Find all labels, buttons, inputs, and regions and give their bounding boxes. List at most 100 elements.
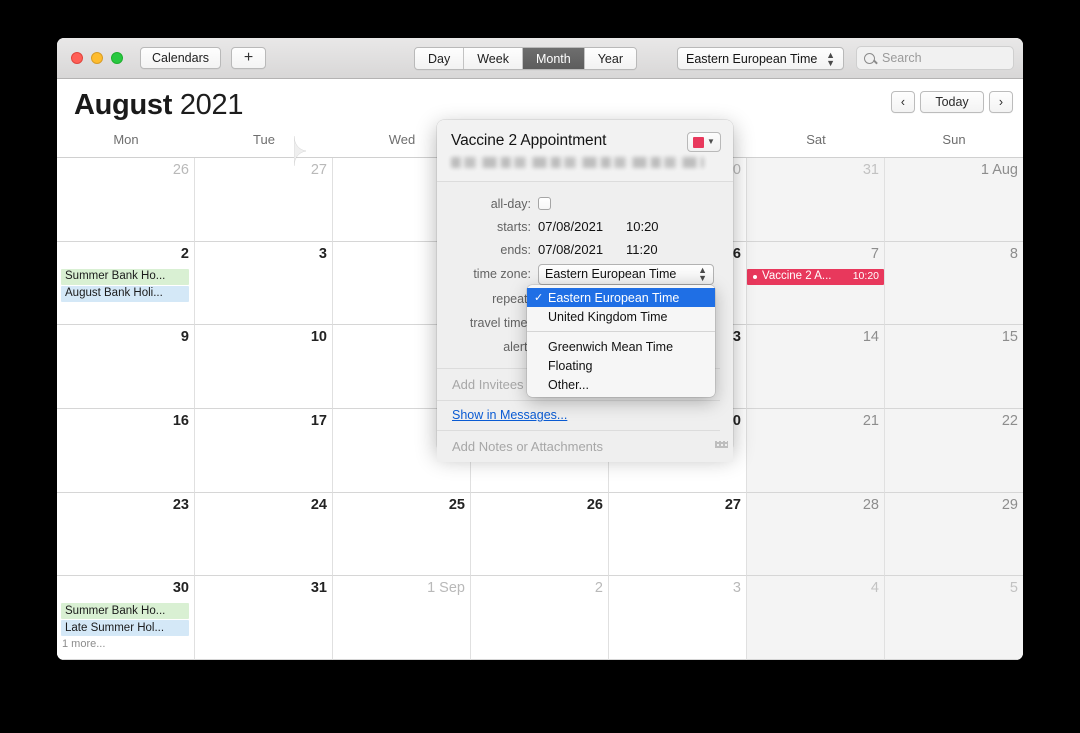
day-number: 7 [870, 245, 879, 262]
menu-item[interactable]: Floating [527, 356, 715, 375]
field-row-allday: all-day: [437, 192, 720, 215]
day-number: 27 [724, 496, 741, 513]
add-event-button[interactable]: + [230, 47, 266, 69]
day-cell[interactable]: 31 [195, 576, 333, 660]
tab-month[interactable]: Month [522, 48, 585, 69]
day-cell[interactable]: 23 [57, 492, 195, 577]
day-number: 8 [1009, 245, 1018, 262]
weekday-sun: Sun [942, 132, 966, 147]
travel-time-label: travel time: [469, 316, 531, 330]
today-button[interactable]: Today [920, 91, 984, 113]
month-label: August [74, 89, 173, 121]
tab-week[interactable]: Week [464, 48, 523, 69]
minimize-window-icon[interactable] [91, 52, 103, 64]
day-number: 3 [318, 245, 327, 262]
menu-item-label: Greenwich Mean Time [548, 339, 674, 354]
toolbar-timezone-select[interactable]: Eastern European Time ▲ ▼ [677, 47, 844, 70]
menu-item[interactable]: Other... [527, 375, 715, 394]
timezone-select[interactable]: Eastern European Time ▲ ▼ [538, 263, 714, 285]
screen: Calendars + Day Week Month Year Eastern … [0, 0, 1080, 733]
day-cell[interactable]: 15 [885, 325, 1023, 409]
starts-time-field[interactable]: 10:20 [626, 219, 659, 234]
day-cell[interactable]: 4 [747, 576, 885, 660]
event-chip-time: 10:20 [852, 270, 879, 283]
day-cell[interactable]: 7 Vaccine 2 A... 10:20 [747, 241, 885, 326]
day-cell[interactable]: 27 [609, 492, 747, 577]
ends-date-field[interactable]: 07/08/2021 [538, 242, 626, 257]
event-chip[interactable]: Summer Bank Ho... [61, 268, 189, 285]
day-cell[interactable]: 26 [57, 158, 195, 242]
alert-label: alert: [503, 340, 531, 354]
field-row-starts: starts: 07/08/2021 10:20 [437, 215, 720, 238]
day-number: 15 [1001, 329, 1018, 346]
day-number: 26 [586, 496, 603, 513]
day-cell[interactable]: 1 Aug [885, 158, 1023, 242]
view-segmented-control[interactable]: Day Week Month Year [414, 47, 637, 70]
menu-separator [527, 331, 715, 332]
day-cell[interactable]: 1 Sep [333, 576, 471, 660]
day-cell[interactable]: 8 [885, 241, 1023, 326]
timezone-label: time zone: [473, 267, 531, 281]
day-cell[interactable]: 3 [609, 576, 747, 660]
menu-item[interactable]: Greenwich Mean Time [527, 337, 715, 356]
next-month-button[interactable]: › [989, 91, 1013, 113]
day-cell[interactable]: 21 [747, 408, 885, 493]
calendars-button[interactable]: Calendars [140, 47, 221, 69]
resize-grip-icon[interactable] [715, 441, 728, 448]
tab-year[interactable]: Year [584, 48, 636, 69]
day-cell[interactable]: 3 [195, 241, 333, 326]
day-cell[interactable]: 2 Summer Bank Ho... August Bank Holi... [57, 241, 195, 326]
ends-time-field[interactable]: 11:20 [626, 242, 658, 257]
menu-item-label: Other... [548, 377, 589, 392]
day-cell[interactable]: 9 [57, 325, 195, 409]
color-swatch-icon [693, 136, 705, 148]
show-in-messages-link[interactable]: Show in Messages... [452, 408, 567, 422]
day-cell[interactable]: 5 [885, 576, 1023, 660]
day-events: Summer Bank Ho... August Bank Holi... [61, 268, 189, 302]
day-cell[interactable]: 31 [747, 158, 885, 242]
chevron-down-icon: ▼ [707, 137, 715, 146]
menu-item-label: United Kingdom Time [548, 309, 668, 324]
day-cell[interactable]: 26 [471, 492, 609, 577]
day-cell[interactable]: 25 [333, 492, 471, 577]
event-location-redacted [451, 157, 704, 168]
day-cell[interactable]: 2 [471, 576, 609, 660]
day-number: 22 [1001, 412, 1018, 429]
allday-checkbox[interactable] [538, 197, 551, 210]
starts-date-field[interactable]: 07/08/2021 [538, 219, 626, 234]
day-number: 2 [594, 580, 603, 597]
checkmark-icon: ✓ [534, 292, 544, 304]
day-number: 30 [172, 580, 189, 597]
search-field[interactable]: Search [856, 46, 1014, 70]
event-title: Vaccine 2 Appointment [451, 132, 607, 149]
menu-item[interactable]: United Kingdom Time [527, 307, 715, 326]
day-cell[interactable]: 24 [195, 492, 333, 577]
add-notes-field[interactable]: Add Notes or Attachments [437, 431, 720, 462]
previous-month-button[interactable]: ‹ [891, 91, 915, 113]
day-cell[interactable]: 28 [747, 492, 885, 577]
search-icon [864, 52, 875, 64]
day-cell[interactable]: 16 [57, 408, 195, 493]
menu-item[interactable]: ✓ Eastern European Time [527, 288, 715, 307]
tab-day[interactable]: Day [415, 48, 465, 69]
more-events-link[interactable]: 1 more... [61, 637, 189, 651]
event-chip[interactable]: Summer Bank Ho... [61, 603, 189, 620]
day-number: 4 [870, 580, 879, 597]
event-chip[interactable]: Vaccine 2 A... 10:20 [747, 268, 884, 285]
zoom-window-icon[interactable] [111, 52, 123, 64]
event-color-button[interactable]: ▼ [687, 132, 721, 152]
event-chip[interactable]: Late Summer Hol... [61, 620, 189, 637]
day-cell[interactable]: 30 Summer Bank Ho... Late Summer Hol... 1 m… [57, 576, 195, 660]
event-dot-icon [753, 274, 757, 279]
allday-label: all-day: [490, 196, 531, 211]
close-window-icon[interactable] [71, 52, 83, 64]
day-cell[interactable]: 17 [195, 408, 333, 493]
day-cell[interactable]: 22 [885, 408, 1023, 493]
event-chip[interactable]: August Bank Holi... [61, 285, 189, 302]
day-cell[interactable]: 27 [195, 158, 333, 242]
day-number: 1 Aug [980, 162, 1018, 178]
day-cell[interactable]: 29 [885, 492, 1023, 577]
day-cell[interactable]: 14 [747, 325, 885, 409]
day-number: 31 [310, 580, 327, 597]
day-cell[interactable]: 10 [195, 325, 333, 409]
